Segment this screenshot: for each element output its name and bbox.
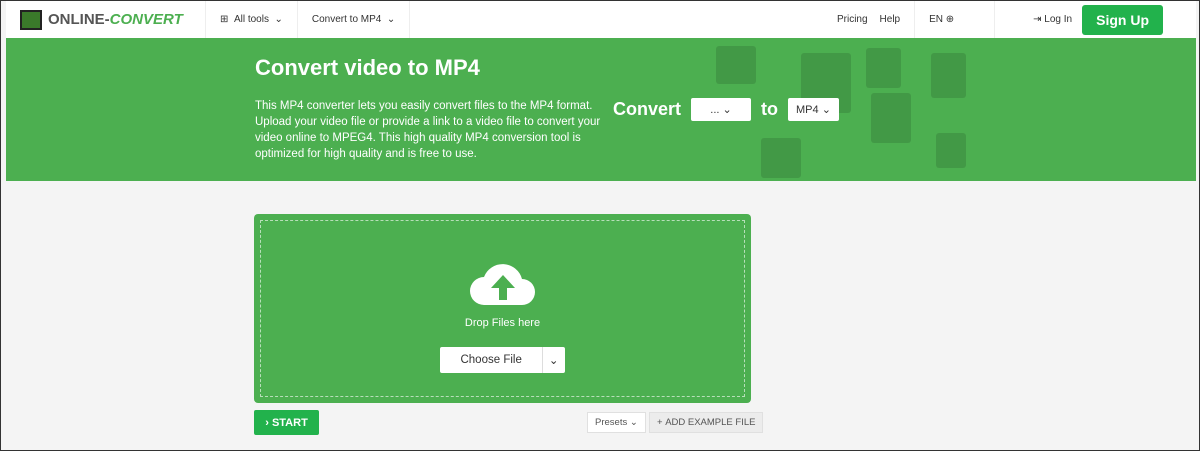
pricing-link[interactable]: Pricing [831,1,874,38]
hero-banner: Convert video to MP4 This MP4 converter … [6,38,1196,181]
globe-icon: ⊕ [943,14,955,25]
from-format-select[interactable]: ... ⌄ [691,98,752,121]
page-description: This MP4 converter lets you easily conve… [255,100,601,160]
presets-button[interactable]: Presets ⌄ [587,412,646,433]
add-example-file-button[interactable]: + ADD EXAMPLE FILE [649,412,764,433]
language-selector[interactable]: EN ⊕ [915,1,996,38]
convert-to-menu[interactable]: Convert to MP4 ⌄ [298,1,411,38]
plus-icon: + [657,417,666,428]
to-format-select[interactable]: MP4 ⌄ [788,98,839,121]
top-nav: ONLINE- CONVERT ⊞ All tools ⌄ Convert to … [6,1,1196,38]
all-tools-menu[interactable]: ⊞ All tools ⌄ [206,1,298,38]
chevron-down-icon: ⌄ [268,14,283,25]
signup-button[interactable]: Sign Up [1082,4,1163,35]
chevron-right-icon: › [265,416,272,429]
logo[interactable]: ONLINE- CONVERT [6,1,206,38]
login-icon: ⇥ [1033,14,1045,25]
logo-icon [20,9,42,30]
file-drop-zone[interactable]: Drop Files here Choose File ⌄ [254,214,751,403]
chevron-down-icon[interactable]: ⌄ [541,347,565,373]
help-link[interactable]: Help [874,1,916,38]
login-link[interactable]: ⇥ Log In [1033,14,1072,25]
chevron-down-icon: ⌄ [381,14,396,25]
drop-files-text: Drop Files here [464,317,541,329]
cloud-upload-icon [468,259,538,307]
choose-file-button[interactable]: Choose File ⌄ [440,347,565,373]
grid-icon: ⊞ [220,14,234,25]
start-button[interactable]: › START [254,410,319,435]
page-title: Convert video to MP4 [255,55,480,80]
